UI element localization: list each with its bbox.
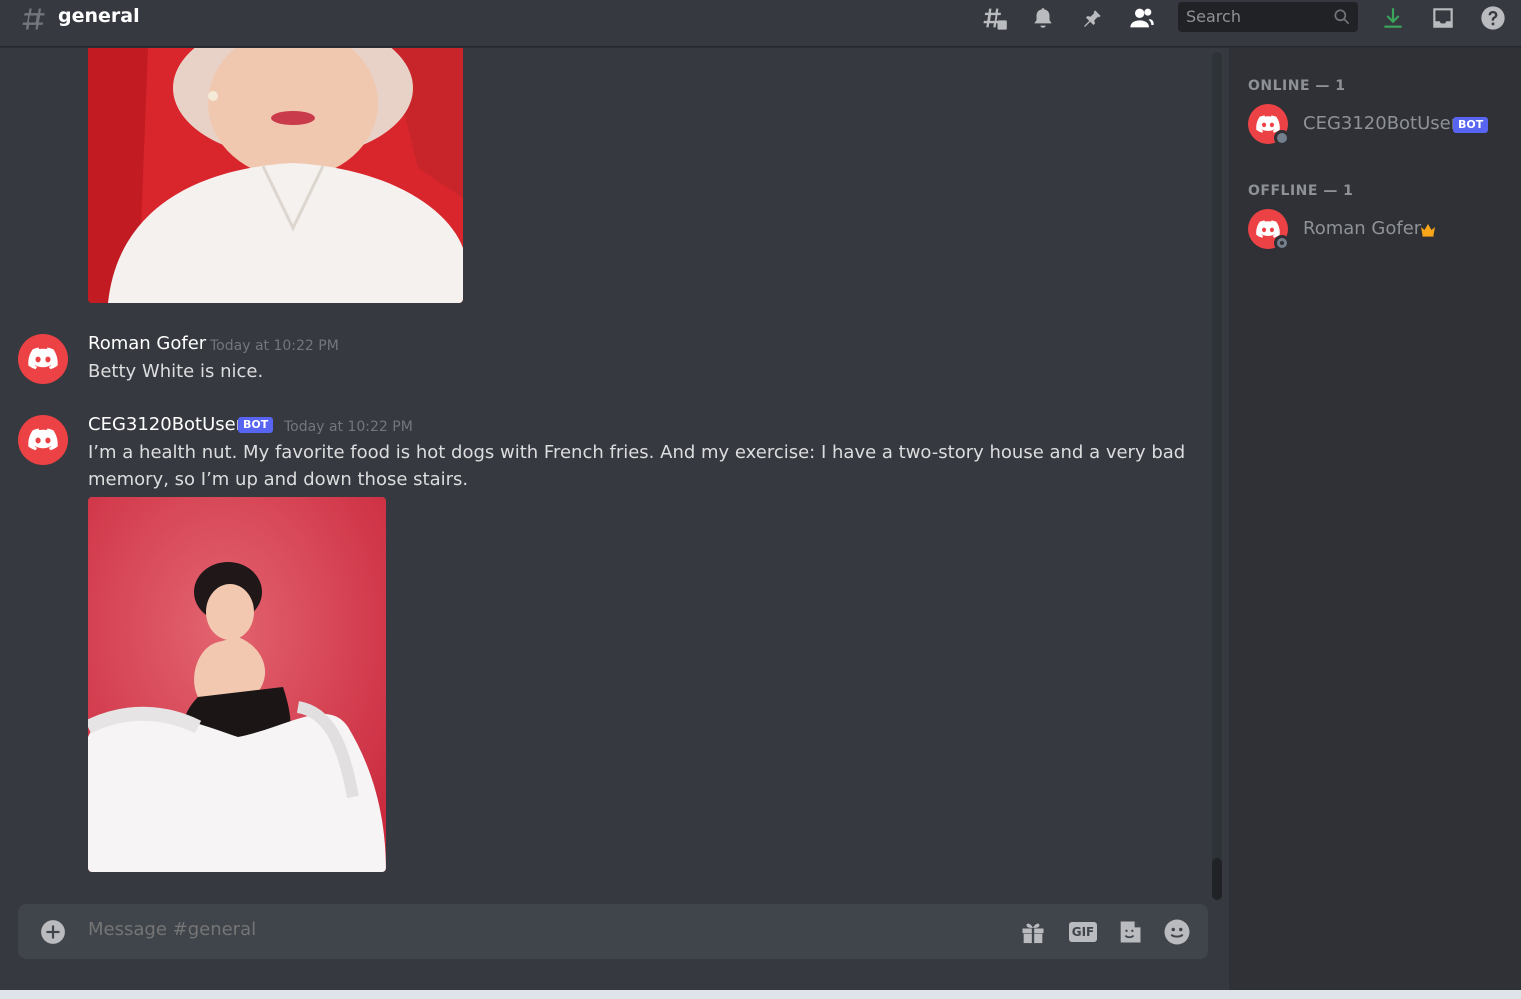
add-attachment-icon[interactable] <box>40 919 66 945</box>
search-placeholder: Search <box>1186 7 1241 26</box>
sticker-icon[interactable] <box>1115 917 1145 947</box>
image-attachment-photo[interactable] <box>88 497 386 872</box>
member-name: Roman Gofer <box>1303 218 1422 239</box>
message-list: Roman Gofer Today at 10:22 PM Betty Whit… <box>0 48 1212 890</box>
bot-tag: BOT <box>238 417 274 433</box>
search-icon <box>1334 9 1350 25</box>
bell-icon[interactable] <box>1029 4 1057 32</box>
gif-label: GIF <box>1068 922 1098 942</box>
help-icon[interactable] <box>1479 4 1507 32</box>
discord-logo-icon <box>28 347 58 370</box>
channel-header: general Search <box>0 0 1521 47</box>
inbox-icon[interactable] <box>1429 4 1457 32</box>
message-timestamp: Today at 10:22 PM <box>284 419 413 435</box>
member-list: ONLINE — 1 CEG3120BotUser BOT OFFLINE — … <box>1229 48 1521 990</box>
bot-tag: BOT <box>1453 117 1489 133</box>
pin-icon[interactable] <box>1079 4 1107 32</box>
os-taskbar-strip <box>0 990 1521 999</box>
hashtag-icon <box>22 8 45 30</box>
emoji-icon[interactable] <box>1162 917 1192 947</box>
scrollbar-thumb[interactable] <box>1212 858 1222 900</box>
status-indicator <box>1274 130 1290 146</box>
download-icon[interactable] <box>1379 4 1407 32</box>
threads-icon[interactable] <box>980 4 1008 32</box>
channel-name: general <box>58 5 140 27</box>
search-box[interactable]: Search <box>1178 2 1358 32</box>
message-timestamp: Today at 10:22 PM <box>210 338 339 354</box>
status-indicator <box>1274 235 1290 251</box>
member-name: CEG3120BotUser <box>1303 113 1459 134</box>
message-composer: GIF <box>18 904 1208 959</box>
member-list-icon[interactable] <box>1128 4 1156 32</box>
discord-window: general Search Roman Gofer Today at 10:2… <box>0 0 1521 990</box>
discord-logo-icon <box>28 428 58 451</box>
message-author[interactable]: Roman Gofer <box>88 333 206 354</box>
image-attachment-portrait[interactable] <box>88 48 463 303</box>
message-author[interactable]: CEG3120BotUser <box>88 414 243 435</box>
chat-scrollbar[interactable] <box>1212 52 1222 900</box>
message-text-line: I’m a health nut. My favorite food is ho… <box>88 442 1186 463</box>
avatar[interactable] <box>18 415 68 465</box>
member-item[interactable]: Roman Gofer <box>1248 209 1508 251</box>
gift-icon[interactable] <box>1018 917 1048 947</box>
online-section-header: ONLINE — 1 <box>1248 78 1346 94</box>
gif-button[interactable]: GIF <box>1068 917 1098 947</box>
crown-icon <box>1421 224 1435 237</box>
member-item[interactable]: CEG3120BotUser BOT <box>1248 104 1508 146</box>
message-text-line: memory, so I’m up and down those stairs. <box>88 469 469 490</box>
offline-section-header: OFFLINE — 1 <box>1248 183 1354 199</box>
avatar[interactable] <box>18 334 68 384</box>
message-text: Betty White is nice. <box>88 361 264 382</box>
message-input[interactable] <box>88 919 988 940</box>
